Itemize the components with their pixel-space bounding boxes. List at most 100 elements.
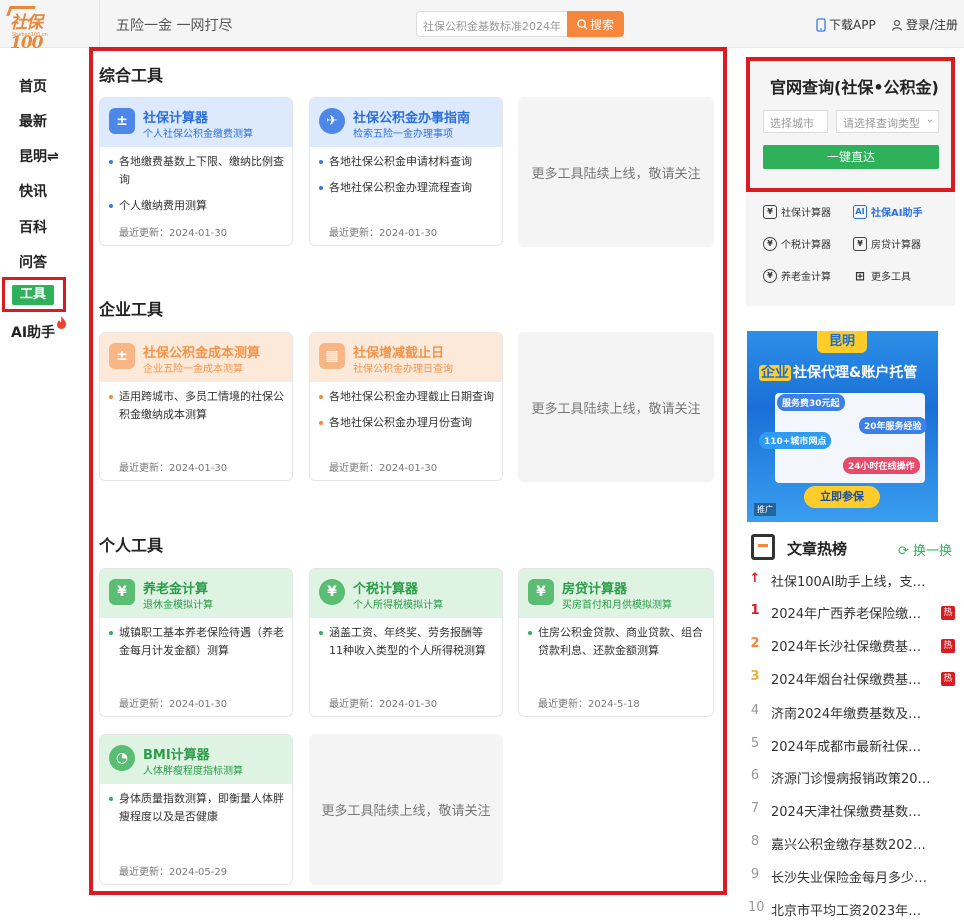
nav-item-qa[interactable]: 问答 [19, 252, 47, 272]
ad-label: 推广 [754, 503, 776, 516]
hot-article-item[interactable]: 9 长沙失业保险金每月多少钱20… [748, 867, 958, 887]
hot-article-title: 济南2024年缴费基数及比例… [771, 707, 933, 722]
nav-item-ai-assistant[interactable]: AI助手 [11, 322, 55, 342]
nav-item-news[interactable]: 快讯 [19, 181, 47, 201]
download-app-link[interactable]: 下载APP [816, 16, 876, 33]
tool-card-mortgage[interactable]: ¥ 房贷计算器 买房首付和月供模拟测算 住房公积金贷款、商业贷款、组合贷款利息、… [518, 568, 714, 717]
ad-pill: 20年服务经验 [859, 417, 927, 434]
hot-badge: 热 [941, 639, 955, 653]
hot-article-rank: 9 [750, 867, 760, 882]
hot-badge: 热 [941, 672, 955, 686]
user-icon [891, 19, 903, 31]
quick-tool-ai-assistant[interactable]: AI 社保AI助手 [853, 204, 922, 219]
site-slogan: 五险一金 一网打尽 [116, 18, 233, 34]
login-link[interactable]: 登录/注册 [891, 16, 958, 33]
query-title: 官网查询(社保•公积金) [770, 78, 939, 97]
card-subtitle: 人体胖瘦程度指标测算 [143, 766, 243, 777]
hot-article-title: 2024年成都市最新社保缴费… [771, 740, 933, 755]
card-subtitle: 个人社保公积金缴费测算 [143, 129, 253, 140]
hot-article-item[interactable]: 7 2024天津社保缴费基数和标… [748, 801, 958, 821]
query-go-button[interactable]: 一键直达 [763, 145, 939, 169]
hot-article-item[interactable]: 5 2024年成都市最新社保缴费… [748, 736, 958, 756]
quick-tool-social-calculator[interactable]: ¥ 社保计算器 [763, 204, 831, 219]
ad-pill: 服务费30元起 [777, 394, 845, 411]
tool-card-pension[interactable]: ¥ 养老金计算 退休金模拟计算 城镇职工基本养老保险待遇（养老金每月计发金额）测… [99, 568, 293, 717]
search-button[interactable]: 搜索 [567, 11, 624, 37]
hot-article-rank: 7 [750, 801, 760, 816]
hot-article-item[interactable]: 6 济源门诊慢病报销政策2024… [748, 768, 958, 788]
card-subtitle: 退休金模拟计算 [143, 600, 213, 611]
quick-tool-label: 养老金计算 [781, 272, 831, 283]
logo-text: 社保100 [10, 13, 44, 53]
ad-brand: 昆明 [817, 331, 867, 353]
hot-article-rank: 3 [750, 669, 760, 684]
section-title-enterprise: 企业工具 [99, 300, 164, 319]
hot-article-rank: 4 [750, 703, 760, 718]
hot-article-title: 2024年烟台社保缴费基数… [771, 673, 933, 688]
more-tools-placeholder: 更多工具陆续上线，敬请关注 [309, 734, 503, 885]
quick-tool-label: 社保计算器 [781, 208, 831, 219]
quick-tool-pension[interactable]: ¥ 养老金计算 [763, 268, 831, 283]
refresh-label: 换一换 [913, 544, 953, 559]
tool-card-guide[interactable]: ✈ 社保公积金办事指南 检索五险一金办理事项 各地社保公积金申请材料查询 各地社… [309, 97, 503, 246]
hot-article-item[interactable]: 2 2024年长沙社保缴费基数… 热 [748, 636, 958, 656]
ad-title-text: 社保代理&账户托管 [793, 365, 918, 381]
card-bullet: 适用跨城市、多员工情境的社保公积金缴纳成本测算 [109, 388, 284, 424]
city-select[interactable]: 选择城市 [763, 110, 828, 133]
tool-card-bmi[interactable]: ◔ BMI计算器 人体胖瘦程度指标测算 身体质量指数测算，即衡量人体胖瘦程度以及… [99, 734, 293, 885]
card-update-date: 最近更新：2024-01-30 [119, 463, 228, 474]
hot-article-rank: 6 [750, 768, 760, 783]
nav-item-wiki[interactable]: 百科 [19, 217, 47, 237]
hot-article-item[interactable]: 1 2024年广西养老保险缴费… 热 [748, 603, 958, 623]
query-type-placeholder: 请选择查询类型 [843, 117, 920, 130]
refresh-button[interactable]: ⟳ 换一换 [898, 540, 952, 559]
nav-item-tools[interactable]: 工具 [12, 285, 54, 305]
card-bullet: 住房公积金贷款、商业贷款、组合贷款利息、还款金额测算 [528, 624, 705, 660]
hot-article-rank: 5 [750, 736, 760, 751]
hot-article-item[interactable]: 3 2024年烟台社保缴费基数… 热 [748, 669, 958, 689]
search-icon [577, 18, 588, 30]
grid-icon: ⊞ [854, 268, 866, 283]
nav-item-latest[interactable]: 最新 [19, 111, 47, 131]
card-title: 房贷计算器 [562, 582, 628, 597]
yuan-house-icon: ¥ [528, 579, 554, 605]
hot-article-rank: 10 [748, 900, 765, 915]
card-bullet: 身体质量指数测算，即衡量人体胖瘦程度以及是否健康 [109, 790, 284, 826]
tool-card-deadline[interactable]: ▦ 社保增减截止日 社保公积金办理日查询 各地社保公积金办理截止日期查询 各地社… [309, 332, 503, 481]
house-icon: ¥ [853, 236, 867, 251]
nav-item-city-switch[interactable]: 昆明⇌ [19, 146, 59, 166]
quick-tool-label: 个税计算器 [781, 240, 831, 251]
hot-article-rank: 8 [750, 834, 760, 849]
nav-item-home[interactable]: 首页 [19, 76, 47, 96]
tool-card-cost-estimate[interactable]: ± 社保公积金成本测算 企业五险一金成本测算 适用跨城市、多员工情境的社保公积金… [99, 332, 293, 481]
card-title: 社保公积金成本测算 [143, 346, 261, 361]
top-header: 社保100 Shebao100.cn 五险一金 一网打尽 社保公积金基数标准20… [0, 0, 964, 53]
hot-article-item[interactable]: ↑ 社保100AI助手上线，支持“… [748, 571, 958, 591]
calendar-icon: ▦ [319, 343, 345, 369]
card-update-date: 最近更新：2024-01-30 [119, 699, 228, 710]
tool-card-social-calculator[interactable]: ± 社保计算器 个人社保公积金缴费测算 各地缴费基数上下限、缴纳比例查询 个人缴… [99, 97, 293, 246]
tool-card-income-tax[interactable]: ¥ 个税计算器 个人所得税模拟计算 涵盖工资、年终奖、劳务报酬等11种收入类型的… [309, 568, 503, 717]
promo-banner[interactable]: 昆明 企业 社保代理&账户托管 服务费30元起 20年服务经验 110+城市网点 … [747, 331, 938, 522]
calculator-icon: ± [109, 108, 135, 134]
search-input[interactable]: 社保公积金基数标准2024年 [416, 11, 567, 37]
query-type-select[interactable]: 请选择查询类型 ⌄ [836, 110, 939, 133]
ad-cta-button[interactable]: 立即参保 [804, 486, 880, 508]
quick-tool-more[interactable]: ⊞ 更多工具 [853, 268, 911, 284]
ad-title: 企业 社保代理&账户托管 [759, 362, 917, 382]
card-title: 社保公积金办事指南 [353, 111, 471, 126]
hot-article-title: 济源门诊慢病报销政策2024… [771, 772, 933, 787]
shield-icon: ¥ [763, 204, 777, 219]
hot-article-title: 嘉兴公积金缴存基数2024年… [771, 838, 933, 853]
quick-tool-income-tax[interactable]: ¥ 个税计算器 [763, 236, 831, 251]
person-yuan-icon: ¥ [319, 579, 345, 605]
search-button-label: 搜索 [589, 17, 614, 32]
card-update-date: 最近更新：2024-01-30 [329, 463, 438, 474]
hot-article-item[interactable]: 4 济南2024年缴费基数及比例… [748, 703, 958, 723]
hot-article-item[interactable]: 10 北京市平均工资2023年最新… [748, 900, 958, 920]
site-logo[interactable]: 社保100 Shebao100.cn [6, 6, 66, 53]
hot-article-title: 2024年广西养老保险缴费… [771, 607, 933, 622]
card-update-date: 最近更新：2024-05-29 [119, 867, 228, 878]
hot-article-item[interactable]: 8 嘉兴公积金缴存基数2024年… [748, 834, 958, 854]
quick-tool-mortgage[interactable]: ¥ 房贷计算器 [853, 236, 921, 251]
